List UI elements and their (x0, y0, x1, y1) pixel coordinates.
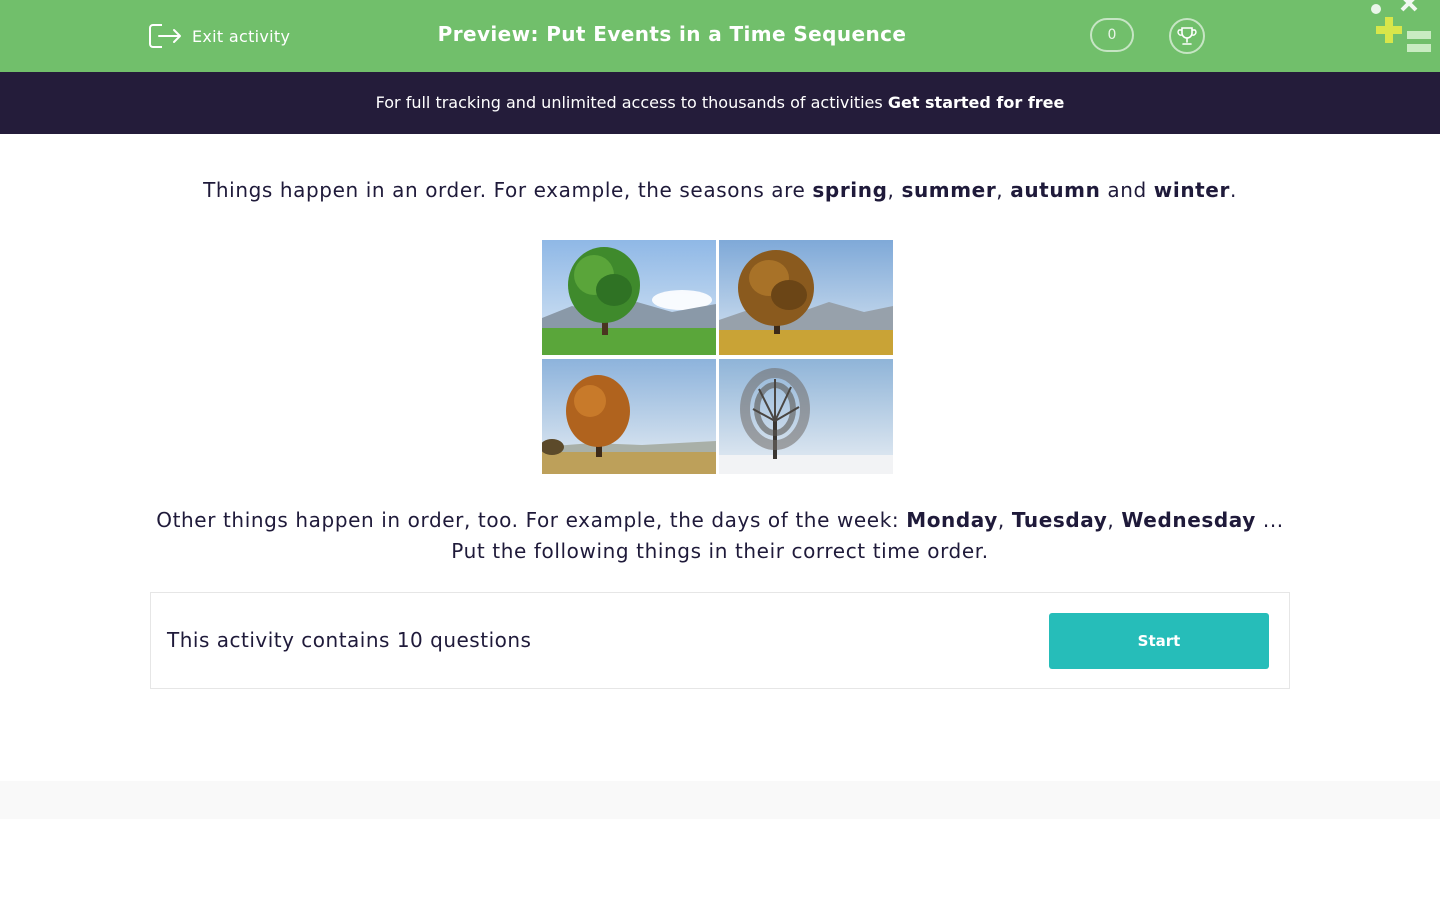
promo-text: For full tracking and unlimited access t… (375, 93, 888, 112)
winter-tree-image (719, 359, 893, 474)
season-winter: winter (1153, 178, 1230, 202)
days-comma: , (997, 508, 1012, 532)
instruction-line: Put the following things in their correc… (451, 539, 989, 563)
summer-tree-image (719, 240, 893, 355)
days-ellipsis: ... (1255, 508, 1284, 532)
trophy-button[interactable] (1169, 18, 1205, 54)
start-button[interactable]: Start (1049, 613, 1269, 669)
intro-comma: , (996, 178, 1011, 202)
intro-comma: , (887, 178, 902, 202)
footer-strip (0, 781, 1440, 819)
season-autumn: autumn (1010, 178, 1101, 202)
instructions-text: Other things happen in order, too. For e… (0, 505, 1440, 567)
question-count: This activity contains 10 questions (167, 628, 532, 652)
intro-period: . (1229, 178, 1237, 202)
intro-prefix: Things happen in an order. For example, … (203, 178, 813, 202)
spring-tree-image (542, 240, 716, 355)
trophy-icon (1177, 27, 1197, 45)
top-bar: Exit activity Preview: Put Events in a T… (0, 0, 1440, 72)
promo-banner: For full tracking and unlimited access t… (0, 72, 1440, 134)
season-spring: spring (812, 178, 888, 202)
day-wednesday: Wednesday (1121, 508, 1256, 532)
score-counter: 0 (1090, 18, 1134, 52)
autumn-tree-image (542, 359, 716, 474)
get-started-link[interactable]: Get started for free (888, 93, 1065, 112)
day-monday: Monday (906, 508, 998, 532)
intro-text: Things happen in an order. For example, … (0, 178, 1440, 202)
page-title: Preview: Put Events in a Time Sequence (437, 22, 907, 46)
activity-card: This activity contains 10 questions Star… (150, 592, 1290, 689)
brand-logo (1371, 0, 1431, 52)
days-comma: , (1107, 508, 1122, 532)
intro-and: and (1100, 178, 1154, 202)
days-prefix: Other things happen in order, too. For e… (156, 508, 907, 532)
seasons-image-grid (542, 240, 893, 474)
season-summer: summer (901, 178, 997, 202)
day-tuesday: Tuesday (1011, 508, 1108, 532)
